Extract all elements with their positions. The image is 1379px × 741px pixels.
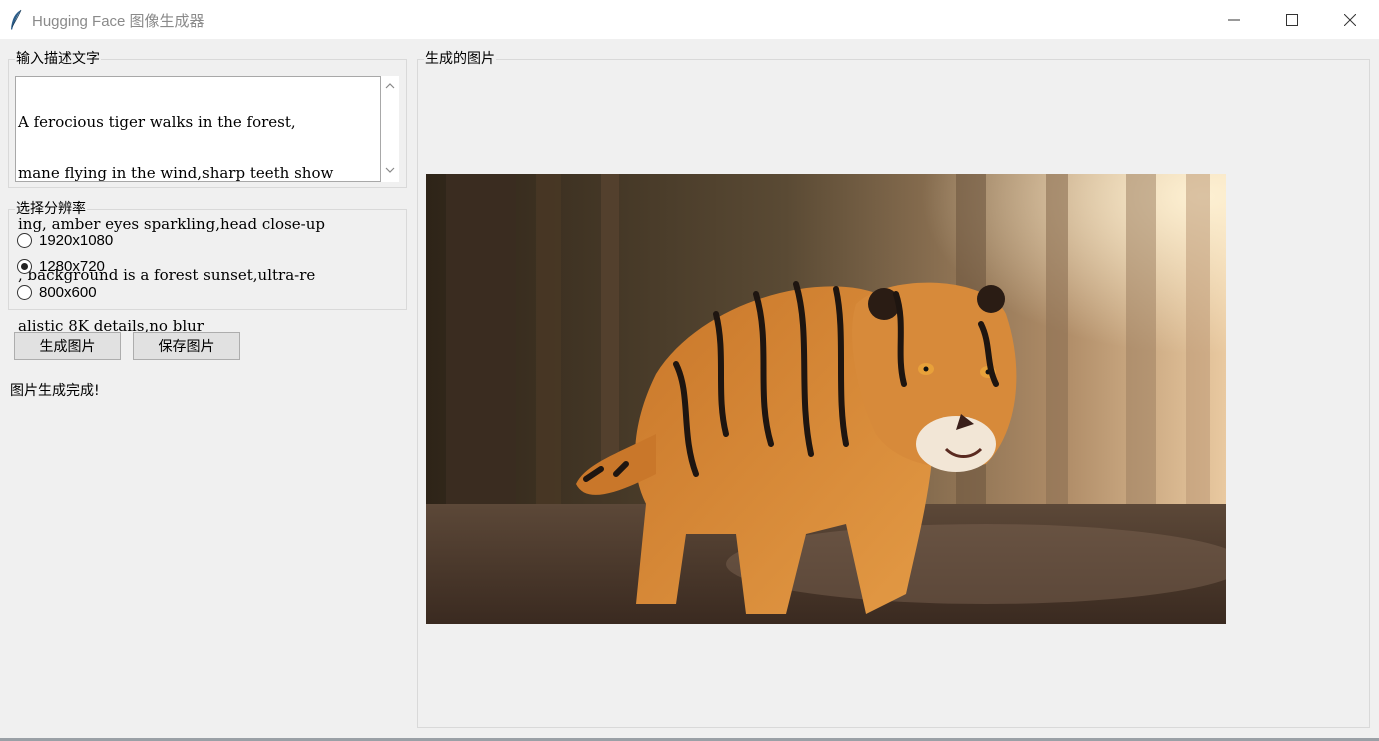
maximize-icon bbox=[1286, 13, 1298, 26]
radio-button[interactable] bbox=[17, 232, 32, 248]
radio-1920x1080[interactable]: 1920x1080 bbox=[17, 229, 113, 251]
radio-1280x720[interactable]: 1280x720 bbox=[17, 255, 105, 277]
maximize-button[interactable] bbox=[1263, 0, 1321, 39]
radio-800x600[interactable]: 800x600 bbox=[17, 281, 97, 303]
radio-button[interactable] bbox=[17, 284, 32, 300]
save-image-button[interactable]: 保存图片 bbox=[133, 332, 240, 360]
resolution-group-label: 选择分辨率 bbox=[15, 201, 87, 217]
image-group-label: 生成的图片 bbox=[424, 51, 496, 67]
scroll-down-icon[interactable] bbox=[385, 166, 395, 174]
scroll-up-icon[interactable] bbox=[385, 82, 395, 90]
text-line: mane flying in the wind,sharp teeth show bbox=[18, 164, 334, 182]
radio-label: 1280x720 bbox=[39, 257, 105, 275]
feather-icon bbox=[11, 9, 22, 30]
resolution-group: 选择分辨率 1920x1080 1280x720 800x600 bbox=[8, 201, 407, 310]
description-textarea[interactable]: A ferocious tiger walks in the forest, m… bbox=[15, 76, 381, 335]
status-text: 图片生成完成! bbox=[10, 383, 100, 399]
generate-image-button[interactable]: 生成图片 bbox=[14, 332, 121, 360]
title-bar: Hugging Face 图像生成器 bbox=[0, 0, 1379, 39]
text-line: A ferocious tiger walks in the forest, bbox=[18, 113, 296, 131]
radio-label: 1920x1080 bbox=[39, 231, 114, 249]
description-group: 输入描述文字 A ferocious tiger walks in the fo… bbox=[8, 51, 407, 335]
minimize-icon bbox=[1228, 19, 1240, 20]
tiger-in-forest-image bbox=[426, 174, 1226, 624]
radio-label: 800x600 bbox=[39, 283, 97, 301]
radio-button-selected[interactable] bbox=[17, 258, 32, 274]
image-group: 生成的图片 bbox=[417, 51, 1370, 728]
description-group-label: 输入描述文字 bbox=[15, 51, 101, 67]
close-button[interactable] bbox=[1321, 0, 1379, 39]
close-icon bbox=[1344, 13, 1356, 26]
window-title: Hugging Face 图像生成器 bbox=[32, 13, 205, 30]
generated-image bbox=[426, 174, 1226, 624]
textarea-scrollbar[interactable] bbox=[381, 76, 399, 182]
minimize-button[interactable] bbox=[1205, 0, 1263, 39]
